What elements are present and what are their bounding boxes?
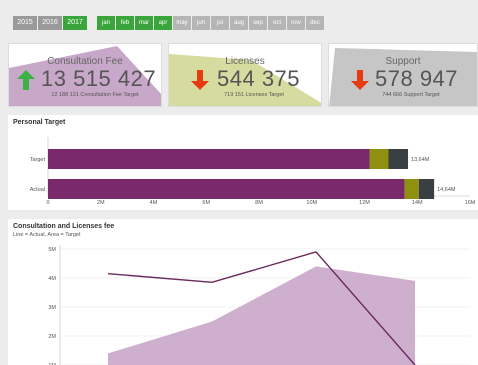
month-oct-button[interactable]: oct — [268, 16, 286, 30]
dashboard: 2015 2016 2017 jan feb mar apr may jun j… — [0, 0, 478, 365]
kpi-value: 544 375 — [217, 66, 301, 91]
y-tick-label: 3M — [48, 305, 56, 311]
x-tick-label: 10M — [306, 200, 317, 206]
bar-segment — [404, 179, 419, 199]
kpi-consultation-fee[interactable]: Consultation Fee 13 515 427 12 188 121 C… — [8, 43, 162, 107]
month-sep-button[interactable]: sep — [249, 16, 267, 30]
kpi-target: 719 151 Licenses Target — [224, 92, 284, 98]
bar-segment — [418, 179, 435, 199]
bar-segment — [48, 179, 405, 199]
arrow-up-icon — [17, 70, 35, 90]
x-tick-label: 0 — [46, 200, 49, 206]
month-mar-button[interactable]: mar — [135, 16, 153, 30]
y-tick-label: Target — [30, 157, 46, 163]
month-aug-button[interactable]: aug — [230, 16, 248, 30]
x-tick-label: 8M — [255, 200, 263, 206]
y-tick-label: 2M — [48, 334, 56, 340]
bar-value-label: 13,64M — [411, 157, 430, 163]
year-filter: 2015 2016 2017 — [13, 16, 88, 30]
month-nov-button[interactable]: nov — [287, 16, 305, 30]
consultation-licenses-chart: 1M2M3M4M5M — [48, 245, 470, 365]
kpi-target: 744 666 Support Target — [382, 92, 440, 98]
personal-target-panel: Personal Target 0 2M 4M 6M 8M 10M 12M 14M 16M Tar… — [8, 115, 478, 210]
year-2016-button[interactable]: 2016 — [38, 16, 62, 30]
bar-segment — [388, 149, 409, 169]
x-tick-label: 14M — [412, 200, 423, 206]
month-dec-button[interactable]: dec — [306, 16, 324, 30]
kpi-value: 13 515 427 — [41, 66, 157, 91]
month-filter: jan feb mar apr may jun jul aug sep oct … — [97, 16, 325, 30]
month-jun-button[interactable]: jun — [192, 16, 210, 30]
arrow-down-icon — [351, 70, 369, 90]
month-may-button[interactable]: may — [173, 16, 191, 30]
filter-bar: 2015 2016 2017 jan feb mar apr may jun j… — [0, 6, 478, 36]
month-jan-button[interactable]: jan — [97, 16, 115, 30]
kpi-target: 12 188 121 Consultation Fee Target — [51, 92, 139, 98]
x-tick-label: 12M — [359, 200, 370, 206]
kpi-value: 578 947 — [375, 66, 459, 91]
x-tick-label: 4M — [150, 200, 158, 206]
kpi-support[interactable]: Support 578 947 744 666 Support Target — [328, 43, 478, 107]
y-tick-label: 4M — [48, 276, 56, 282]
month-jul-button[interactable]: jul — [211, 16, 229, 30]
kpi-licenses[interactable]: Licenses 544 375 719 151 Licenses Target — [168, 43, 322, 107]
x-tick-label: 6M — [202, 200, 210, 206]
target-area — [108, 266, 415, 365]
month-apr-button[interactable]: apr — [154, 16, 172, 30]
bar-segment — [48, 149, 370, 169]
bar-value-label: 14,64M — [437, 187, 456, 193]
y-tick-label: 5M — [48, 247, 56, 253]
x-tick-label: 16M — [465, 200, 476, 206]
consultation-licenses-panel: Consultation and Licenses fee Line = Act… — [8, 219, 478, 365]
x-tick-label: 2M — [97, 200, 105, 206]
bar-segment — [369, 149, 389, 169]
y-tick-label: Actual — [30, 187, 45, 193]
year-2017-button[interactable]: 2017 — [63, 16, 87, 30]
arrow-down-icon — [191, 70, 209, 90]
month-feb-button[interactable]: feb — [116, 16, 134, 30]
personal-target-chart: 0 2M 4M 6M 8M 10M 12M 14M 16M Target 13,64M Actual 1… — [30, 137, 476, 206]
year-2015-button[interactable]: 2015 — [13, 16, 37, 30]
